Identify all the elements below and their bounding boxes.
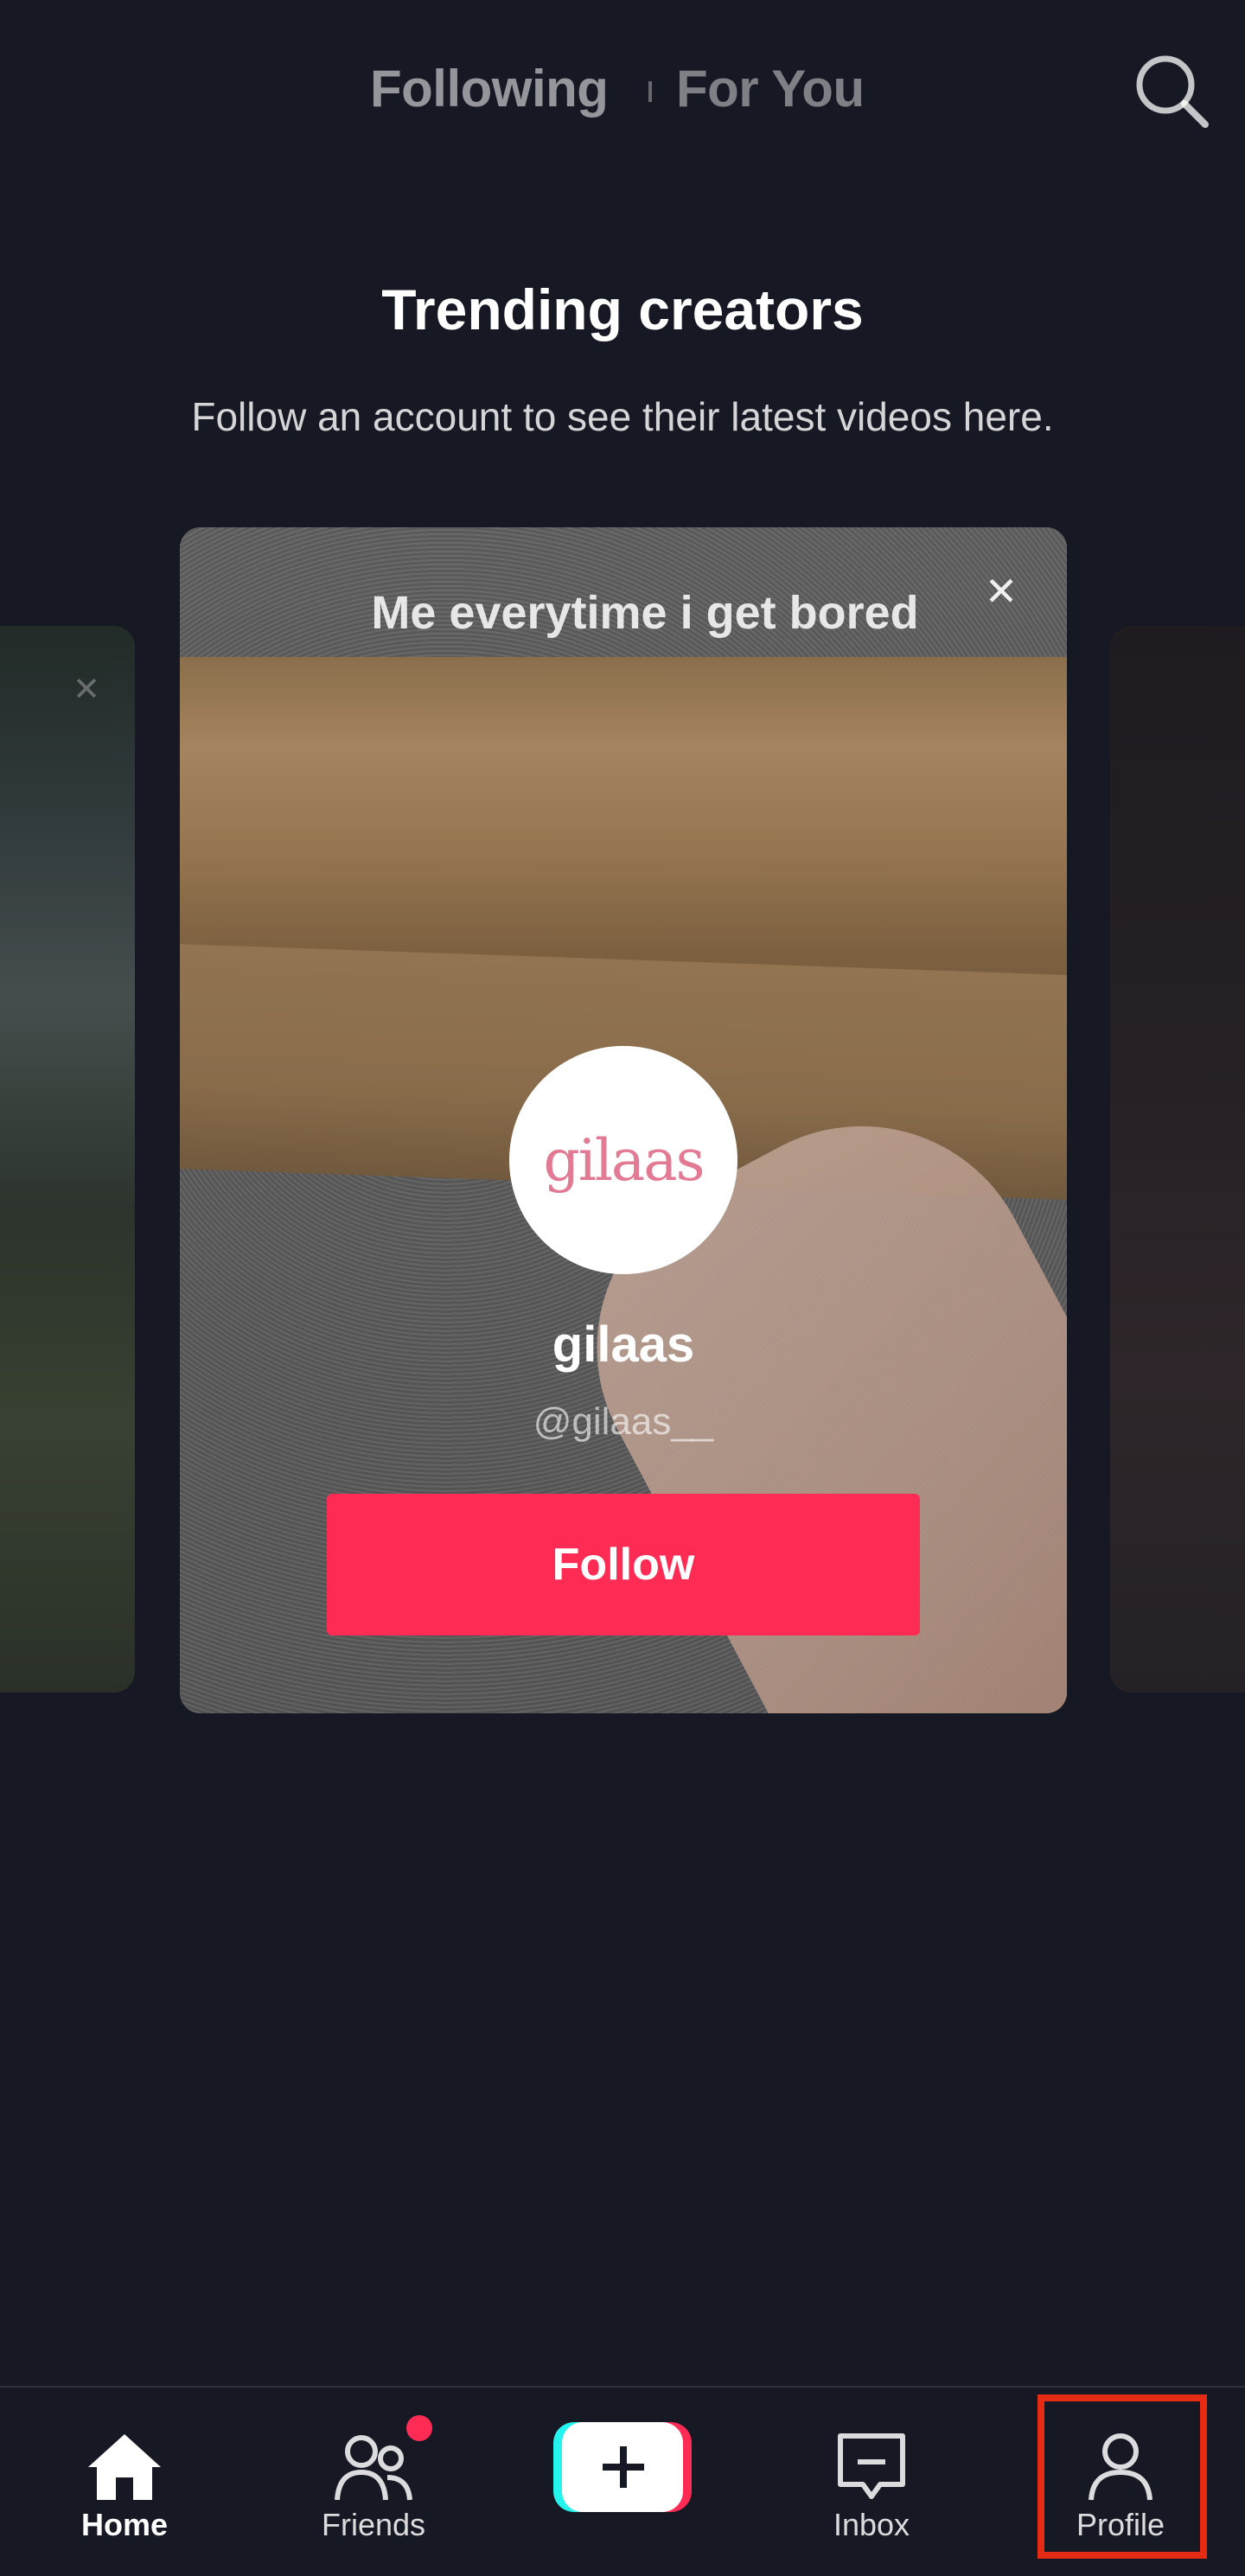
page-subtitle: Follow an account to see their latest vi… xyxy=(191,394,1054,439)
tab-separator xyxy=(648,81,652,102)
close-icon[interactable]: ✕ xyxy=(975,565,1027,617)
notification-badge xyxy=(406,2415,432,2441)
inbox-icon xyxy=(838,2433,905,2499)
nav-friends-label: Friends xyxy=(321,2507,426,2542)
friends-icon xyxy=(335,2435,412,2501)
tab-for-you[interactable]: For You xyxy=(676,59,865,118)
video-caption: Me everytime i get bored xyxy=(371,587,919,639)
profile-highlight-box xyxy=(1038,2394,1207,2559)
nav-inbox[interactable]: Inbox xyxy=(785,2388,958,2560)
avatar[interactable]: gilaas xyxy=(509,1046,737,1274)
creator-card-previous[interactable]: ✕ xyxy=(0,626,135,1693)
creator-card-next[interactable] xyxy=(1110,626,1245,1693)
creator-name: gilaas xyxy=(552,1317,695,1373)
creator-handle: @gilaas__ xyxy=(533,1400,714,1443)
nav-home-label: Home xyxy=(80,2507,169,2542)
page-title: Trending creators xyxy=(381,277,864,341)
close-icon[interactable]: ✕ xyxy=(61,664,112,716)
follow-button[interactable]: Follow xyxy=(327,1494,920,1636)
search-icon xyxy=(1136,55,1209,128)
top-tab-bar: Following For You xyxy=(0,52,1245,130)
tab-following[interactable]: Following xyxy=(370,59,609,118)
search-button[interactable] xyxy=(1133,52,1210,130)
avatar-logo-text: gilaas xyxy=(543,1126,705,1194)
screen: Following For You Trending creators Foll… xyxy=(0,0,1245,2576)
nav-home[interactable]: Home xyxy=(38,2388,211,2560)
home-icon xyxy=(88,2434,161,2500)
plus-icon xyxy=(553,2422,692,2512)
nav-friends[interactable]: Friends xyxy=(287,2388,460,2560)
nav-inbox-label: Inbox xyxy=(833,2507,910,2542)
creator-card[interactable]: Me everytime i get bored ✕ gilaas gilaas… xyxy=(180,527,1067,1713)
create-button[interactable] xyxy=(553,2422,692,2512)
